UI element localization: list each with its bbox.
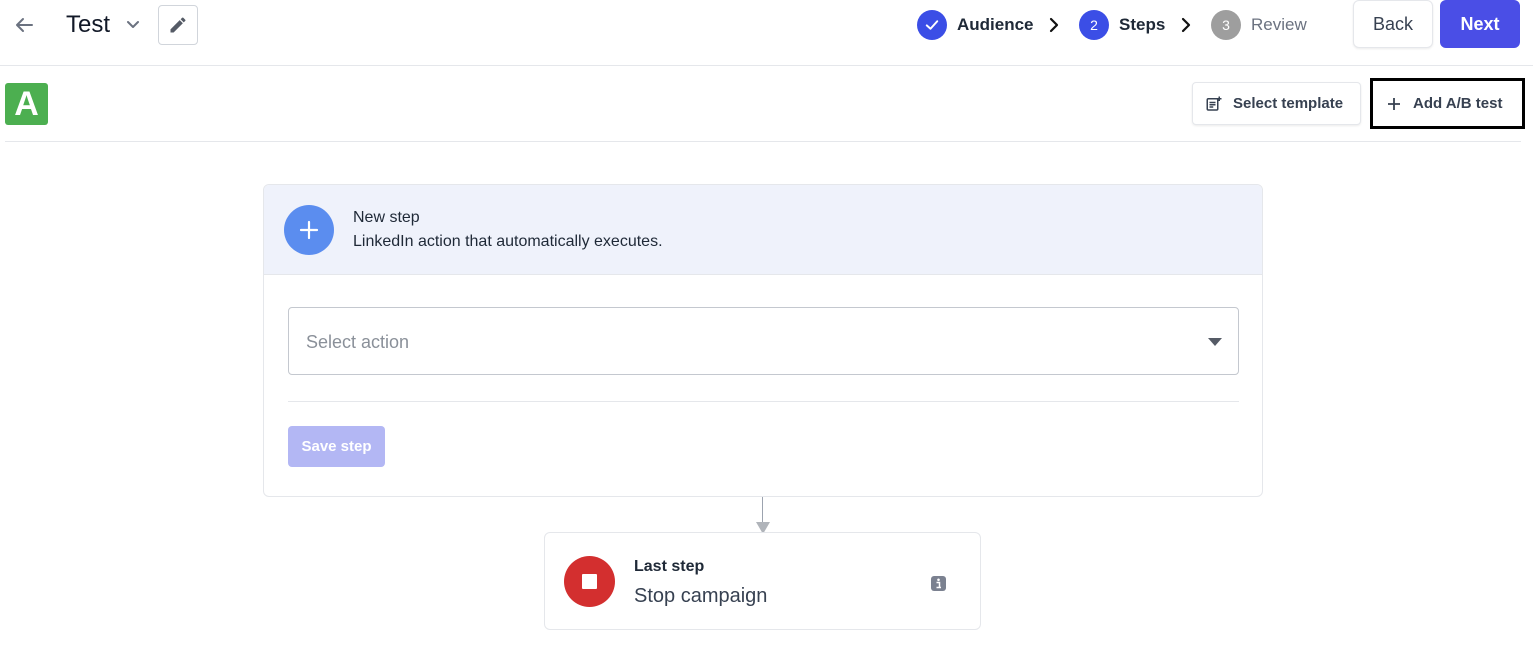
info-glyph-icon <box>936 578 941 589</box>
next-button[interactable]: Next <box>1440 0 1520 48</box>
variant-toolbar: A Select template Add A/B test <box>5 66 1525 142</box>
new-step-card: New step LinkedIn action that automatica… <box>263 184 1263 497</box>
last-step-title: Last step <box>634 558 705 575</box>
plus-icon <box>299 220 319 240</box>
edit-title-button[interactable] <box>158 5 198 45</box>
new-step-header: New step LinkedIn action that automatica… <box>264 185 1262 275</box>
caret-down-icon <box>1208 338 1222 346</box>
new-step-title: New step <box>353 209 420 226</box>
flow-connector-line <box>762 497 763 523</box>
divider <box>288 401 1239 402</box>
chevron-right-icon <box>1049 17 1059 33</box>
select-action-placeholder: Select action <box>306 332 410 352</box>
add-ab-test-button[interactable]: Add A/B test <box>1370 78 1525 129</box>
step-steps-label[interactable]: Steps <box>1119 15 1165 35</box>
add-step-button[interactable] <box>284 205 334 255</box>
new-step-subtitle: LinkedIn action that automatically execu… <box>353 233 663 250</box>
pencil-icon <box>170 17 186 33</box>
select-action-dropdown[interactable]: Select action <box>288 307 1239 375</box>
step-audience-label[interactable]: Audience <box>957 15 1034 35</box>
top-bar: Test Audience 2 Steps 3 Review Back Next <box>0 0 1533 66</box>
step-steps-indicator[interactable]: 2 <box>1079 10 1109 40</box>
back-button[interactable]: Back <box>1353 0 1433 48</box>
save-step-button[interactable]: Save step <box>288 426 385 467</box>
stop-icon <box>564 556 615 607</box>
step-audience-indicator[interactable] <box>917 10 947 40</box>
template-icon <box>1206 96 1222 111</box>
chevron-right-icon <box>1181 17 1191 33</box>
step-review-label[interactable]: Review <box>1251 15 1307 35</box>
step-review-indicator[interactable]: 3 <box>1211 10 1241 40</box>
arrow-left-icon[interactable] <box>12 13 36 37</box>
last-step-card: Last step Stop campaign <box>544 532 981 630</box>
campaign-title: Test <box>66 11 111 38</box>
chevron-down-icon[interactable] <box>123 15 143 35</box>
info-icon[interactable] <box>931 576 946 591</box>
checkmark-icon <box>925 20 939 30</box>
stop-square-icon <box>582 574 597 589</box>
variant-a-badge[interactable]: A <box>5 83 48 125</box>
last-step-subtitle: Stop campaign <box>634 585 768 607</box>
plus-icon <box>1388 97 1400 110</box>
select-template-label: Select template <box>1233 95 1344 112</box>
add-ab-test-label: Add A/B test <box>1413 95 1503 112</box>
select-template-button[interactable]: Select template <box>1192 82 1361 125</box>
